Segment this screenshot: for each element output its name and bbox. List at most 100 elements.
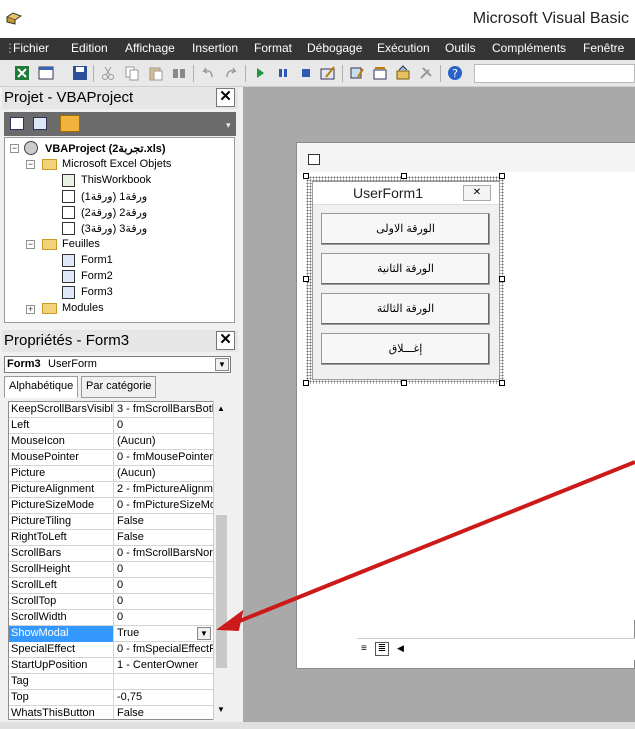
resize-handle[interactable]	[401, 173, 407, 179]
object-combo[interactable]: Form3 UserForm ▼	[4, 356, 231, 373]
cut-icon[interactable]	[100, 65, 116, 81]
save-icon[interactable]	[72, 65, 88, 81]
help-icon[interactable]: ?	[447, 65, 463, 81]
property-row[interactable]: PictureTiling False	[9, 514, 214, 530]
property-value[interactable]: 0	[115, 610, 214, 626]
property-value[interactable]: False	[115, 514, 214, 530]
panel-chevron-icon[interactable]: ▾	[226, 120, 231, 131]
resize-handle[interactable]	[499, 276, 505, 282]
design-mode-icon[interactable]	[320, 65, 336, 81]
property-row[interactable]: Picture (Aucun)	[9, 466, 214, 482]
property-row[interactable]: ScrollWidth 0	[9, 610, 214, 626]
menu-format[interactable]: Format	[254, 41, 292, 55]
excel-icon[interactable]	[14, 65, 30, 81]
expand-icon[interactable]: +	[26, 305, 35, 314]
tree-form1[interactable]: Form1	[81, 254, 113, 266]
designer-horizontal-scrollbar[interactable]: ≡ ≣ ◀	[357, 638, 635, 660]
button-sheet2[interactable]: الورقة الثانية	[321, 253, 490, 285]
find-icon[interactable]	[171, 65, 187, 81]
property-value[interactable]: (Aucun)	[115, 466, 214, 482]
property-row[interactable]: MouseIcon (Aucun)	[9, 434, 214, 450]
property-row[interactable]: PictureSizeMode0 - fmPictureSizeModeClip	[9, 498, 214, 514]
property-row[interactable]: Tag	[9, 674, 214, 690]
property-value[interactable]: -0,75	[115, 690, 214, 706]
property-row[interactable]: KeepScrollBarsVisible 3 - fmScrollBarsBot…	[9, 402, 214, 418]
run-icon[interactable]	[252, 65, 268, 81]
property-value[interactable]: 0	[115, 594, 214, 610]
property-row[interactable]: ScrollLeft 0	[9, 578, 214, 594]
resize-handle[interactable]	[401, 380, 407, 386]
property-row[interactable]: ShowModal True ▼	[9, 626, 214, 642]
resize-handle[interactable]	[499, 173, 505, 179]
project-tree[interactable]: − VBAProject (تجربة2.xls) − Microsoft Ex…	[4, 137, 235, 323]
menu-outils[interactable]: Outils	[445, 41, 476, 55]
tree-vbaproject[interactable]: VBAProject (تجربة2.xls)	[45, 142, 166, 155]
properties-grid[interactable]: KeepScrollBarsVisible 3 - fmScrollBarsBot…	[8, 401, 228, 720]
properties-icon[interactable]	[372, 65, 388, 81]
property-row[interactable]: PictureAlignment2 - fmPictureAlignmentCe…	[9, 482, 214, 498]
resize-handle[interactable]	[303, 380, 309, 386]
property-value[interactable]: 0	[115, 578, 214, 594]
property-row[interactable]: StartUpPosition 1 - CenterOwner	[9, 658, 214, 674]
menu-fichier[interactable]: Fichier	[13, 41, 49, 55]
reset-icon[interactable]	[298, 65, 314, 81]
tree-feuilles[interactable]: Feuilles	[62, 238, 100, 250]
property-value[interactable]: False	[115, 530, 214, 546]
menu-insertion[interactable]: Insertion	[192, 41, 238, 55]
scroll-thumb[interactable]	[216, 515, 227, 668]
resize-handle[interactable]	[499, 380, 505, 386]
properties-close-icon[interactable]: ✕	[216, 331, 235, 350]
combo-dropdown-icon[interactable]: ▼	[215, 358, 229, 371]
view-code-icon[interactable]	[10, 117, 24, 130]
menu-fenetre[interactable]: Fenêtre	[583, 41, 624, 55]
property-value[interactable]: 0 - fmPictureSizeModeClip	[115, 498, 214, 514]
button-sheet1[interactable]: الورقة الاولى	[321, 213, 490, 245]
collapse-icon[interactable]: −	[26, 240, 35, 249]
menu-affichage[interactable]: Affichage	[125, 41, 175, 55]
tab-alphabetique[interactable]: Alphabétique	[4, 376, 79, 398]
property-row[interactable]: ScrollHeight 0	[9, 562, 214, 578]
view-object-icon[interactable]	[33, 117, 47, 130]
property-value[interactable]: 0 - fmMousePointerDefault	[115, 450, 214, 466]
property-row[interactable]: Top -0,75	[9, 690, 214, 706]
property-row[interactable]: WhatsThisButton False	[9, 706, 214, 719]
menu-debogage[interactable]: Débogage	[307, 41, 362, 55]
collapse-icon[interactable]: −	[10, 144, 19, 153]
tree-modules[interactable]: Modules	[62, 302, 104, 314]
userform-close-icon[interactable]: ✕	[463, 185, 491, 201]
break-icon[interactable]	[275, 65, 291, 81]
collapse-icon[interactable]: −	[26, 160, 35, 169]
tree-sheet1[interactable]: ورقة1 (ورقة1)	[81, 190, 147, 203]
view-code-small-icon[interactable]: ≡	[361, 643, 367, 654]
object-browser-icon[interactable]	[395, 65, 411, 81]
property-row[interactable]: RightToLeft False	[9, 530, 214, 546]
property-row[interactable]: ScrollTop 0	[9, 594, 214, 610]
resize-handle[interactable]	[303, 276, 309, 282]
button-close[interactable]: إغـــلاق	[321, 333, 490, 365]
property-row[interactable]: Left 0	[9, 418, 214, 434]
copy-icon[interactable]	[124, 65, 140, 81]
property-value[interactable]: 1 - CenterOwner	[115, 658, 214, 674]
property-value[interactable]: 0	[115, 418, 214, 434]
tree-sheet3[interactable]: ورقة3 (ورقة3)	[81, 222, 147, 235]
property-value[interactable]: False	[115, 706, 214, 719]
scroll-left-icon[interactable]: ◀	[397, 643, 404, 654]
redo-icon[interactable]	[223, 65, 239, 81]
property-value[interactable]: 0 - fmScrollBarsNone	[115, 546, 214, 562]
property-value[interactable]: 0	[115, 562, 214, 578]
scroll-up-icon[interactable]: ▲	[217, 404, 225, 413]
property-value[interactable]: (Aucun)	[115, 434, 214, 450]
scroll-down-icon[interactable]: ▼	[217, 705, 225, 714]
project-explorer-icon[interactable]	[349, 65, 365, 81]
property-row[interactable]: MousePointer0 - fmMousePointerDefault	[9, 450, 214, 466]
insert-userform-icon[interactable]	[38, 65, 54, 81]
tree-thisworkbook[interactable]: ThisWorkbook	[81, 174, 151, 186]
project-close-icon[interactable]: ✕	[216, 88, 235, 107]
tab-par-categorie[interactable]: Par catégorie	[81, 376, 157, 398]
property-row[interactable]: SpecialEffect0 - fmSpecialEffectFlat	[9, 642, 214, 658]
property-value[interactable]: 2 - fmPictureAlignmentCenter	[115, 482, 214, 498]
property-row[interactable]: ScrollBars 0 - fmScrollBarsNone	[9, 546, 214, 562]
property-value[interactable]	[115, 674, 214, 690]
paste-icon[interactable]	[148, 65, 164, 81]
menu-edition[interactable]: Edition	[71, 41, 108, 55]
